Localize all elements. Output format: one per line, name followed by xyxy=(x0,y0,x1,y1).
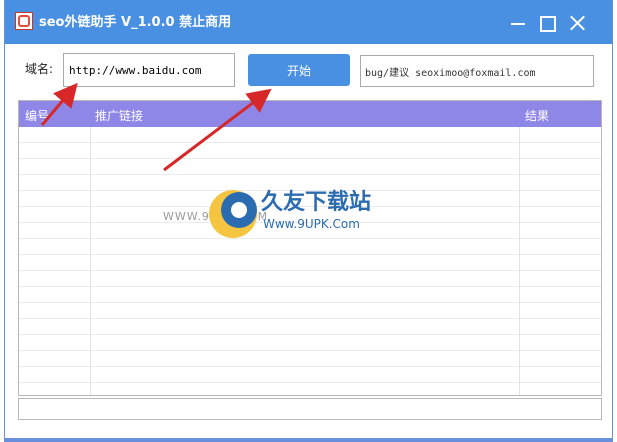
app-logo-icon xyxy=(15,12,33,30)
column-header-link[interactable]: 推广链接 xyxy=(95,107,143,124)
status-bar xyxy=(18,398,602,420)
title-bar: seo外链助手 V_1.0.0 禁止商用 xyxy=(5,0,612,44)
minimize-icon[interactable] xyxy=(509,13,529,33)
contact-field[interactable] xyxy=(360,55,594,87)
start-button[interactable]: 开始 xyxy=(248,54,350,86)
close-icon[interactable] xyxy=(568,13,588,33)
window-bottom-border xyxy=(5,438,612,442)
maximize-icon[interactable] xyxy=(538,13,558,33)
domain-label: 域名: xyxy=(25,62,54,76)
window-title: seo外链助手 V_1.0.0 禁止商用 xyxy=(39,15,232,30)
table-header: 编号 推广链接 结果 xyxy=(19,101,601,127)
column-divider xyxy=(519,127,520,395)
watermark-logo-icon xyxy=(209,190,257,238)
watermark: WWW.9UPK.COM 久友下载站 Www.9UPK.Com xyxy=(163,180,415,250)
watermark-title: 久友下载站 xyxy=(261,190,372,215)
column-divider xyxy=(90,127,91,395)
column-header-number[interactable]: 编号 xyxy=(25,107,49,124)
watermark-subtitle: Www.9UPK.Com xyxy=(263,217,360,231)
column-header-result[interactable]: 结果 xyxy=(525,107,549,124)
domain-input[interactable] xyxy=(63,53,235,87)
table-body xyxy=(19,127,601,395)
